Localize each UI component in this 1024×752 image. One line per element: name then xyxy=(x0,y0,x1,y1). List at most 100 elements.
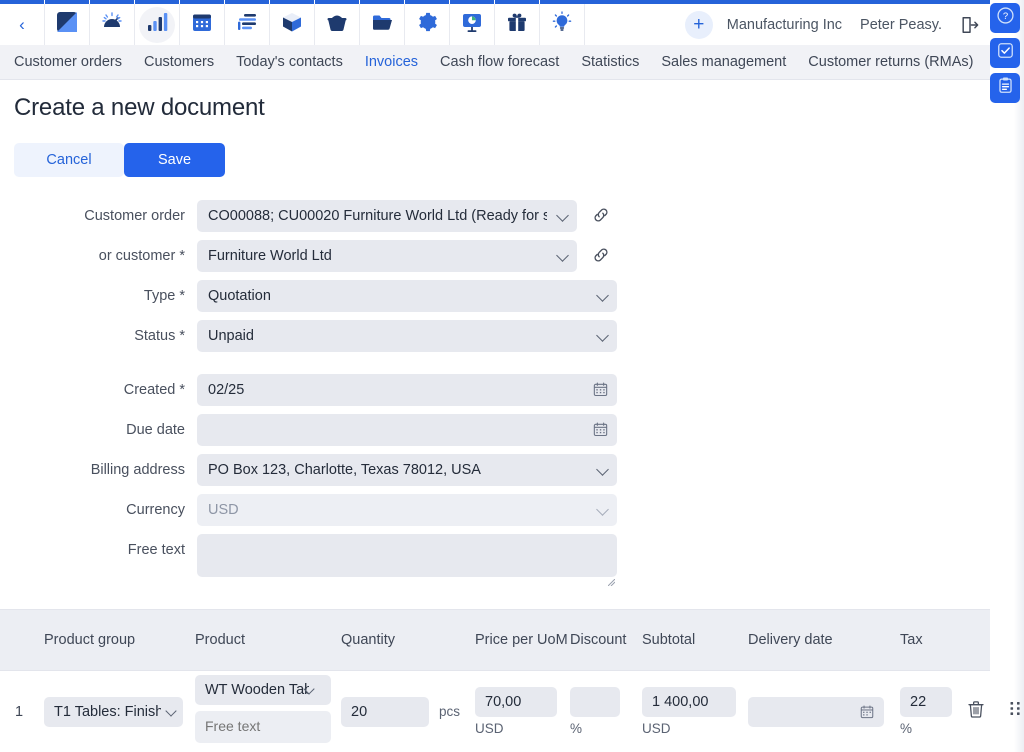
logo-square-icon xyxy=(56,11,78,38)
clipboard-icon xyxy=(996,76,1015,100)
quantity-input[interactable] xyxy=(341,697,429,727)
free-text-textarea[interactable] xyxy=(197,534,617,577)
gift-icon xyxy=(506,11,528,38)
col-delivery-date: Delivery date xyxy=(748,632,900,649)
currency-select[interactable] xyxy=(197,494,617,526)
nav-item-customers[interactable]: Customers xyxy=(144,54,214,70)
toolbar-item-documents[interactable] xyxy=(360,4,405,45)
plus-icon: + xyxy=(693,15,704,34)
due-date-input[interactable] xyxy=(197,414,617,446)
help-button[interactable]: ? xyxy=(990,3,1020,33)
field-due-date: Due date xyxy=(0,414,990,446)
field-currency: Currency xyxy=(0,494,990,526)
tasks-button[interactable] xyxy=(990,38,1020,68)
company-name[interactable]: Manufacturing Inc xyxy=(727,17,842,33)
chevron-left-icon: ‹ xyxy=(19,15,25,35)
delivery-date-input[interactable] xyxy=(748,697,884,727)
trash-icon[interactable] xyxy=(966,699,986,724)
col-subtotal: Subtotal xyxy=(642,632,748,649)
nav-item-cash-flow-forecast[interactable]: Cash flow forecast xyxy=(440,54,559,70)
cell-product-group xyxy=(44,697,195,727)
cancel-button[interactable]: Cancel xyxy=(14,143,124,177)
save-button[interactable]: Save xyxy=(124,143,225,177)
add-button[interactable]: + xyxy=(685,11,713,39)
question-circle-icon: ? xyxy=(996,6,1015,30)
nav-item-customer-returns[interactable]: Customer returns (RMAs) xyxy=(808,54,973,70)
or-customer-select[interactable] xyxy=(197,240,577,272)
created-label: Created * xyxy=(0,374,197,406)
tax-input[interactable] xyxy=(900,687,952,717)
status-label: Status * xyxy=(0,320,197,352)
toolbar-item-purchases[interactable] xyxy=(315,4,360,45)
toolbar-item-reports[interactable] xyxy=(450,4,495,45)
customer-order-select[interactable] xyxy=(197,200,577,232)
back-button[interactable]: ‹ xyxy=(0,4,45,45)
toolbar-item-stock[interactable] xyxy=(270,4,315,45)
product-group-select[interactable] xyxy=(44,697,183,727)
cell-row-actions xyxy=(966,699,1024,724)
toolbar-item-tasks[interactable] xyxy=(225,4,270,45)
field-free-text: Free text xyxy=(0,534,990,579)
currency-control xyxy=(197,494,617,526)
billing-address-select[interactable] xyxy=(197,454,617,486)
toolbar-right-group: + Manufacturing Inc Peter Peasy. xyxy=(685,4,990,45)
type-label: Type * xyxy=(0,280,197,312)
field-customer-order: Customer order xyxy=(0,200,990,232)
col-product: Product xyxy=(195,632,341,649)
user-name[interactable]: Peter Peasy. xyxy=(860,17,942,33)
status-select[interactable] xyxy=(197,320,617,352)
product-select[interactable] xyxy=(195,675,331,705)
logout-icon[interactable] xyxy=(960,15,980,35)
toolbar-item-calendar[interactable] xyxy=(180,4,225,45)
col-quantity: Quantity xyxy=(341,632,475,649)
right-action-rail: ? xyxy=(990,0,1024,752)
quantity-uom-label: pcs xyxy=(439,704,460,719)
rail-edge-shadow xyxy=(1014,0,1024,752)
cell-price: USD xyxy=(475,687,570,736)
price-currency-label: USD xyxy=(475,721,557,736)
nav-item-invoices[interactable]: Invoices xyxy=(365,54,418,70)
nav-item-customer-orders[interactable]: Customer orders xyxy=(14,54,122,70)
nav-item-statistics[interactable]: Statistics xyxy=(581,54,639,70)
clipboard-button[interactable] xyxy=(990,73,1020,103)
nav-item-sales-management[interactable]: Sales management xyxy=(661,54,786,70)
svg-text:?: ? xyxy=(1002,11,1007,22)
link-icon[interactable] xyxy=(591,205,611,230)
type-select[interactable] xyxy=(197,280,617,312)
billing-address-control xyxy=(197,454,617,486)
discount-input[interactable] xyxy=(570,687,620,717)
gear-icon xyxy=(416,11,438,38)
currency-label: Currency xyxy=(0,494,197,526)
toolbar-item-settings[interactable] xyxy=(405,4,450,45)
price-input[interactable] xyxy=(475,687,557,717)
cell-tax: % xyxy=(900,687,966,736)
toolbar-item-dashboard[interactable] xyxy=(90,4,135,45)
nav-item-todays-contacts[interactable]: Today's contacts xyxy=(236,54,343,70)
drag-handle-icon[interactable] xyxy=(1010,701,1021,722)
toolbar-item-home[interactable] xyxy=(45,4,90,45)
col-discount: Discount xyxy=(570,632,642,649)
toolbar-item-gifts[interactable] xyxy=(495,4,540,45)
link-icon[interactable] xyxy=(591,245,611,270)
page-title: Create a new document xyxy=(14,94,265,122)
subtotal-input[interactable] xyxy=(642,687,736,717)
table-row: 1 pcs USD % U xyxy=(0,671,990,752)
document-form: Customer order or customer * xyxy=(0,200,990,587)
col-product-group: Product group xyxy=(44,632,195,649)
created-date-input[interactable] xyxy=(197,374,617,406)
cube-box-icon xyxy=(281,11,303,38)
type-control xyxy=(197,280,617,312)
discount-unit-label: % xyxy=(570,721,620,736)
col-price-per-uom: Price per UoM xyxy=(475,632,570,649)
due-date-label: Due date xyxy=(0,414,197,446)
due-date-control xyxy=(197,414,617,446)
field-created: Created * xyxy=(0,374,990,406)
product-free-text-input[interactable] xyxy=(195,711,331,743)
tasks-list-icon xyxy=(236,11,258,38)
toolbar-item-statistics[interactable] xyxy=(135,4,180,45)
free-text-label: Free text xyxy=(0,534,197,566)
cell-product xyxy=(195,675,341,748)
field-status: Status * xyxy=(0,320,990,352)
toolbar-item-ideas[interactable] xyxy=(540,4,585,45)
checkbox-icon xyxy=(996,41,1015,65)
